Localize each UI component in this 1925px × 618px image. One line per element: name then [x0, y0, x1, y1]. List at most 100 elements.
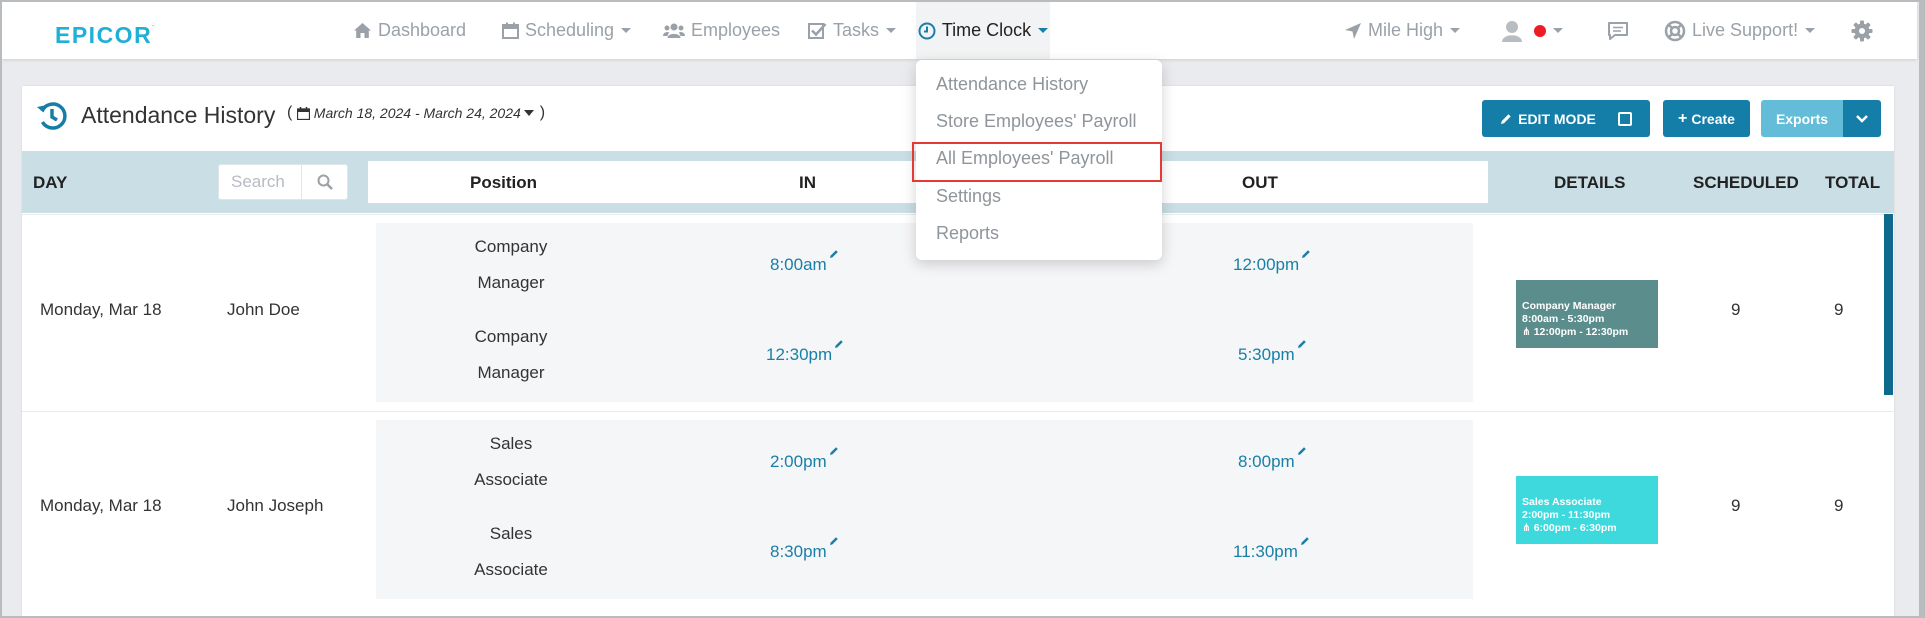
utensils-icon: ⋔	[1522, 522, 1534, 534]
search-input[interactable]	[219, 165, 301, 199]
calendar-icon	[502, 22, 519, 39]
location-label: Mile High	[1368, 20, 1444, 40]
exports-button[interactable]: Exports	[1761, 100, 1843, 137]
plus-icon: +	[1678, 109, 1688, 127]
nav-scheduling[interactable]: Scheduling	[502, 2, 632, 59]
users-icon	[663, 22, 685, 39]
scheduled-hours: 9	[1731, 300, 1741, 319]
row-employee-name: John Doe	[227, 300, 300, 319]
gear-icon	[1851, 20, 1873, 42]
clock-out-time[interactable]: 12:00pm	[1233, 250, 1311, 275]
settings-button[interactable]	[1851, 2, 1879, 59]
pencil-icon	[1500, 113, 1512, 125]
shift-position: Company Manager	[474, 237, 548, 292]
vertical-scrollbar[interactable]	[1884, 214, 1893, 395]
header-position: Position	[470, 173, 538, 192]
pencil-icon	[829, 249, 839, 259]
row-employee-name: John Joseph	[227, 496, 324, 515]
search-icon	[317, 174, 333, 190]
notification-dot	[1534, 24, 1546, 37]
messages-button[interactable]	[1607, 2, 1635, 59]
scheduled-hours: 9	[1731, 496, 1741, 515]
pencil-icon	[829, 446, 839, 456]
live-support-label: Live Support!	[1692, 20, 1799, 40]
chevron-down-icon	[523, 110, 534, 116]
schedule-details-card[interactable]: Company Manager 8:00am - 5:30pm ⋔ 12:00p…	[1516, 280, 1658, 348]
shift-position: Sales Associate	[474, 524, 548, 579]
pencil-icon	[1297, 446, 1307, 456]
pencil-icon	[1301, 249, 1311, 259]
nav-scheduling-label: Scheduling	[525, 20, 615, 40]
location-selector[interactable]: Mile High	[1344, 2, 1461, 59]
clock-out-time[interactable]: 11:30pm	[1233, 537, 1310, 562]
header-day: DAY	[33, 173, 68, 192]
header-scheduled: SCHEDULED	[1693, 173, 1799, 192]
menu-item-reports[interactable]: Reports	[936, 223, 999, 244]
shift-group: Sales Associate 2:00pm 8:00pm Sales Associ…	[376, 420, 1473, 599]
nav-dashboard[interactable]: Dashboard	[353, 2, 466, 59]
utensils-icon: ⋔	[1522, 326, 1534, 338]
shift-position: Sales Associate	[474, 434, 548, 489]
clock-in-time[interactable]: 8:30pm	[770, 537, 839, 562]
date-range-label: March 18, 2024 - March 24, 2024	[313, 105, 521, 121]
nav-employees[interactable]: Employees	[663, 2, 780, 59]
pencil-icon	[834, 339, 844, 349]
create-label: Create	[1691, 110, 1735, 127]
chevron-down-icon	[886, 28, 897, 33]
chevron-down-icon	[1038, 28, 1049, 33]
menu-item-attendance-history[interactable]: Attendance History	[936, 74, 1088, 95]
search-box	[218, 164, 348, 200]
pencil-icon	[1300, 536, 1310, 546]
nav-tasks-label: Tasks	[833, 20, 880, 40]
header-in: IN	[799, 173, 816, 192]
lifebuoy-icon	[1664, 20, 1686, 42]
chevron-down-icon	[621, 28, 632, 33]
chevron-down-icon	[1805, 28, 1816, 33]
page-title: Attendance History	[81, 102, 276, 128]
table-row[interactable]: Monday, Mar 18 John Joseph Sales Associat…	[22, 411, 1894, 607]
clock-in-time[interactable]: 2:00pm	[770, 447, 839, 472]
clock-out-time[interactable]: 5:30pm	[1238, 340, 1307, 365]
edit-mode-toggle[interactable]: EDIT MODE	[1482, 100, 1650, 137]
calendar-icon	[296, 106, 310, 120]
edit-mode-label: EDIT MODE	[1518, 110, 1596, 127]
header-total: TOTAL	[1825, 173, 1881, 192]
time-clock-menu: Attendance History Store Employees' Payr…	[916, 60, 1162, 260]
chevron-down-icon	[1855, 114, 1869, 124]
epicor-logo[interactable]: EPICOR.	[55, 22, 155, 49]
clock-out-time[interactable]: 8:00pm	[1238, 447, 1307, 472]
clock-in-time[interactable]: 8:00am	[770, 250, 839, 275]
edit-mode-checkbox[interactable]	[1617, 111, 1632, 126]
menu-item-store-employees-payroll[interactable]: Store Employees' Payroll	[936, 111, 1137, 132]
live-support[interactable]: Live Support!	[1664, 2, 1816, 59]
clock-in-time[interactable]: 12:30pm	[766, 340, 844, 365]
schedule-details-card[interactable]: Sales Associate 2:00pm - 11:30pm ⋔ 6:00p…	[1516, 476, 1658, 544]
nav-tasks[interactable]: Tasks	[808, 2, 897, 59]
exports-label: Exports	[1775, 110, 1829, 127]
pencil-icon	[1297, 339, 1307, 349]
menu-item-settings[interactable]: Settings	[936, 186, 1001, 207]
create-button[interactable]: + Create	[1663, 100, 1750, 137]
nav-time-clock[interactable]: Time Clock	[916, 2, 1050, 59]
total-hours: 9	[1834, 300, 1844, 319]
top-navbar: EPICOR. Dashboard Scheduling Employees T…	[2, 2, 1917, 59]
date-range-picker[interactable]: ( March 18, 2024 - March 24, 2024 )	[287, 104, 545, 122]
menu-item-all-employees-payroll[interactable]: All Employees' Payroll	[936, 148, 1114, 169]
home-icon	[353, 22, 372, 39]
row-day: Monday, Mar 18	[40, 496, 162, 515]
nav-dashboard-label: Dashboard	[378, 20, 467, 40]
search-button[interactable]	[301, 165, 347, 199]
location-arrow-icon	[1344, 22, 1362, 40]
user-menu[interactable]	[1502, 2, 1563, 59]
user-avatar-icon	[1502, 20, 1522, 42]
header-details: DETAILS	[1554, 173, 1626, 192]
checkbox-icon	[808, 22, 827, 39]
exports-dropdown-toggle[interactable]	[1843, 100, 1881, 137]
total-hours: 9	[1834, 496, 1844, 515]
pencil-icon	[829, 536, 839, 546]
nav-employees-label: Employees	[691, 20, 781, 40]
row-day: Monday, Mar 18	[40, 300, 162, 319]
history-icon	[36, 100, 68, 132]
chevron-down-icon	[1450, 28, 1461, 33]
clock-icon	[918, 22, 936, 40]
